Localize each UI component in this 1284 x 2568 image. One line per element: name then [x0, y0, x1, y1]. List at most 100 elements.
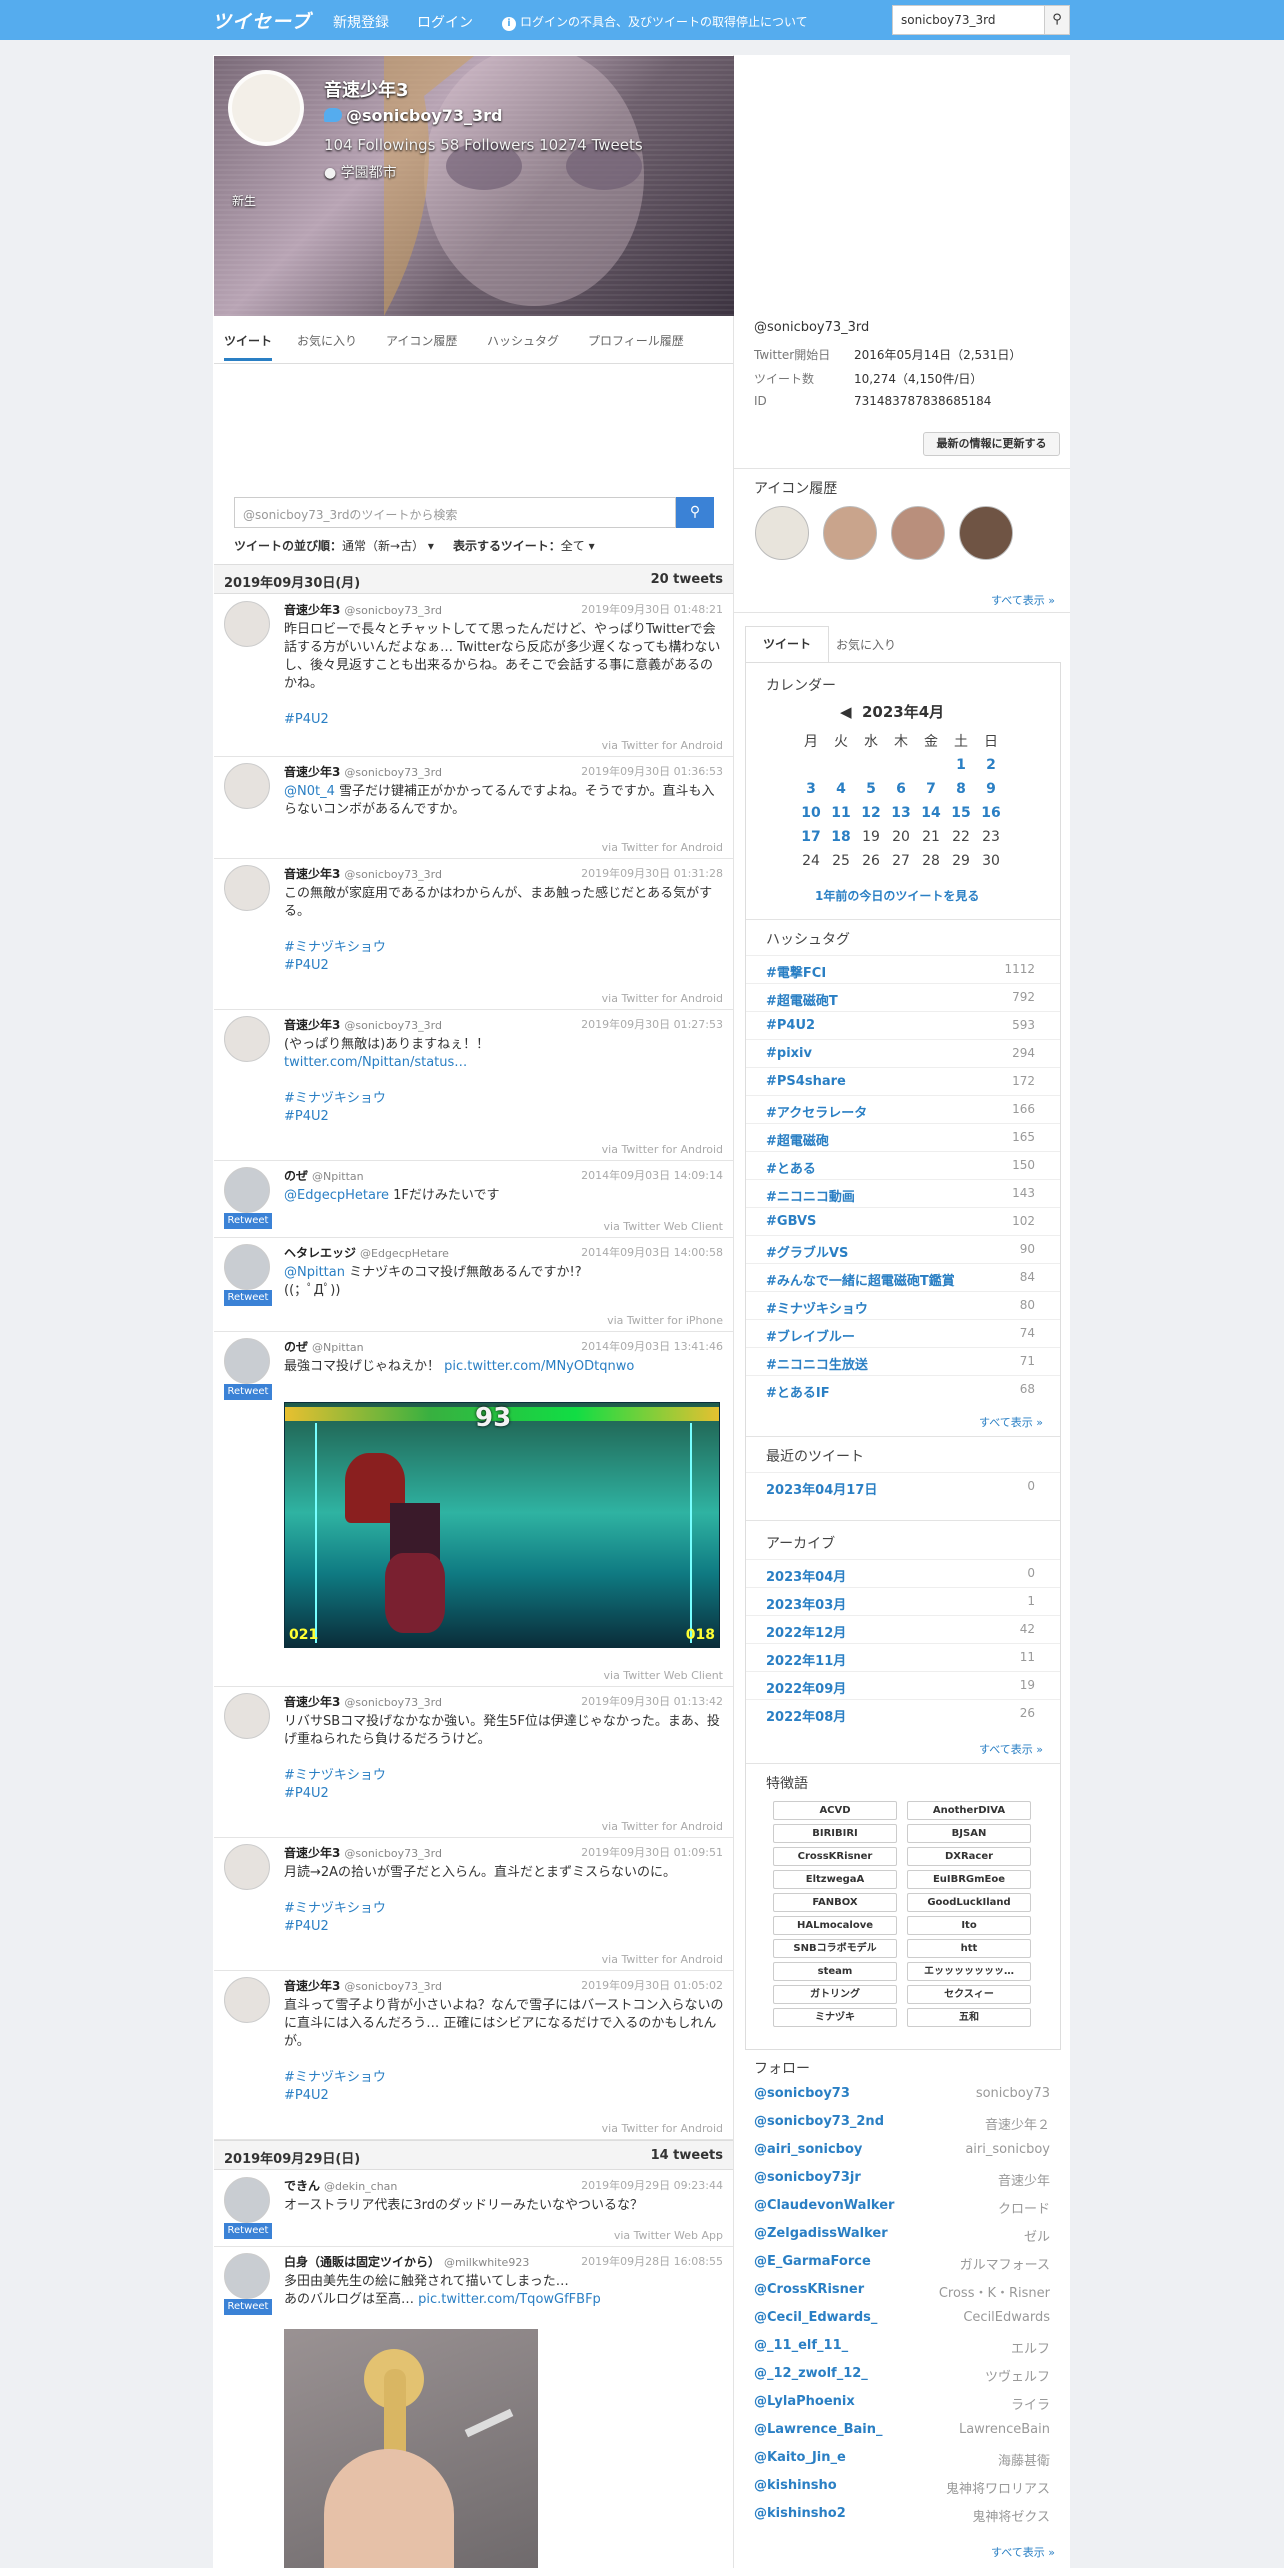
hashtag-link[interactable]: #P4U2 [284, 1786, 329, 1801]
avatar[interactable] [224, 1844, 270, 1890]
keyword-tag[interactable]: SNBコラボモデル [773, 1939, 897, 1958]
side-tab-favorites[interactable]: お気に入り [836, 636, 896, 653]
archive-row[interactable]: 2022年12月 42 [746, 1615, 1060, 1643]
calendar-day[interactable]: 15 [946, 801, 976, 825]
follow-row[interactable]: @airi_sonicboy airi_sonicboy [754, 2142, 1050, 2170]
tweet-author[interactable]: 音速少年3 @sonicboy73_3rd [284, 1693, 442, 1710]
keyword-tag[interactable]: ミナヅキ [773, 2008, 897, 2027]
follow-handle[interactable]: @LylaPhoenix [754, 2394, 855, 2409]
follow-row[interactable]: @kishinsho2 鬼神将ゼクス [754, 2506, 1050, 2534]
hashtag-row[interactable]: #とある 150 [746, 1151, 1060, 1179]
tweet-author[interactable]: 音速少年3 @sonicboy73_3rd [284, 865, 442, 882]
follow-row[interactable]: @kishinsho 鬼神将ワロリアス [754, 2478, 1050, 2506]
calendar-day[interactable]: 3 [796, 777, 826, 801]
tweet-time[interactable]: 2019年09月30日 01:31:28 [581, 865, 723, 881]
follow-handle[interactable]: @sonicboy73_2nd [754, 2114, 884, 2129]
sort-dropdown[interactable]: 通常（新→古） [342, 539, 424, 553]
tweet-time[interactable]: 2019年09月30日 01:13:42 [581, 1693, 723, 1709]
avatar[interactable] [224, 865, 270, 911]
hashtag-link[interactable]: #ミナヅキショウ [284, 940, 386, 955]
side-tab-tweets[interactable]: ツイート [745, 626, 829, 662]
year-ago-link[interactable]: 1年前の今日のツイートを見る [815, 887, 979, 904]
archive-row[interactable]: 2022年11月 11 [746, 1643, 1060, 1671]
hashtag-row[interactable]: #電撃FCI 1112 [746, 955, 1060, 983]
calendar-day[interactable]: 5 [856, 777, 886, 801]
keyword-tag[interactable]: FANBOX [773, 1893, 897, 1912]
login-link[interactable]: ログイン [417, 12, 473, 32]
keyword-tag[interactable]: ACVD [773, 1801, 897, 1820]
keyword-tag[interactable]: htt [907, 1939, 1031, 1958]
hashtag-row[interactable]: #ニコニコ動画 143 [746, 1179, 1060, 1207]
tab-tweets[interactable]: ツイート [224, 332, 273, 361]
hashtag-link[interactable]: #GBVS [766, 1214, 816, 1229]
follow-handle[interactable]: @CrossKRisner [754, 2282, 864, 2297]
tab-favorites[interactable]: お気に入り [297, 332, 357, 349]
tweet-author[interactable]: できん @dekin_chan [284, 2177, 397, 2194]
avatar[interactable] [224, 601, 270, 647]
hashtag-link[interactable]: #PS4share [766, 1074, 846, 1089]
keyword-tag[interactable]: 五和 [907, 2008, 1031, 2027]
archive-month[interactable]: 2022年11月 [766, 1654, 846, 1669]
follow-row[interactable]: @Cecil_Edwards_ CecilEdwards [754, 2310, 1050, 2338]
hashtag-link[interactable]: #とある [766, 1162, 816, 1177]
history-avatar[interactable] [823, 506, 877, 560]
follow-row[interactable]: @ZelgadissWalker ゼル [754, 2226, 1050, 2254]
archive-month[interactable]: 2023年03月 [766, 1598, 846, 1613]
pic-link[interactable]: pic.twitter.com/MNyODtqnwo [444, 1359, 634, 1374]
hashtag-row[interactable]: #超電磁砲T 792 [746, 983, 1060, 1011]
recent-row[interactable]: 2023年04月17日 0 [746, 1472, 1060, 1500]
hashtag-link[interactable]: #グラブルVS [766, 1246, 848, 1261]
tweet-time[interactable]: 2014年09月03日 14:00:58 [581, 1244, 723, 1260]
hashtag-row[interactable]: #PS4share 172 [746, 1067, 1060, 1095]
update-button[interactable]: 最新の情報に更新する [923, 432, 1060, 456]
tweet-author[interactable]: 音速少年3 @sonicboy73_3rd [284, 1844, 442, 1861]
follow-row[interactable]: @_11_elf_11_ エルフ [754, 2338, 1050, 2366]
follow-handle[interactable]: @kishinsho [754, 2478, 837, 2493]
day-date[interactable]: 2019年09月29日(日) [224, 2152, 360, 2167]
hashtag-link[interactable]: #電撃FCI [766, 966, 826, 981]
tweet-time[interactable]: 2014年09月03日 14:09:14 [581, 1167, 723, 1183]
pic-link[interactable]: pic.twitter.com/TqowGfFBFp [418, 2292, 601, 2307]
history-avatar[interactable] [891, 506, 945, 560]
tweet-image[interactable] [284, 2329, 538, 2568]
keyword-tag[interactable]: CrossKRisner [773, 1847, 897, 1866]
archive-row[interactable]: 2023年04月 0 [746, 1559, 1060, 1587]
site-logo[interactable]: ツイセーブ [212, 7, 311, 34]
keyword-tag[interactable]: steam [773, 1962, 897, 1981]
tweet-time[interactable]: 2014年09月03日 13:41:46 [581, 1338, 723, 1354]
follow-handle[interactable]: @ClaudevonWalker [754, 2198, 894, 2213]
keyword-tag[interactable]: エッッッッッッッ… [907, 1962, 1031, 1981]
hashtag-link[interactable]: #みんなで一緒に超電磁砲T鑑賞 [766, 1274, 955, 1289]
hashtag-row[interactable]: #とあるIF 68 [746, 1375, 1060, 1403]
calendar-day[interactable]: 6 [886, 777, 916, 801]
calendar-day[interactable]: 16 [976, 801, 1006, 825]
tweet-time[interactable]: 2019年09月28日 16:08:55 [581, 2253, 723, 2269]
hashtags-more[interactable]: すべて表示 » [979, 1414, 1043, 1430]
follow-handle[interactable]: @_11_elf_11_ [754, 2338, 848, 2353]
keyword-tag[interactable]: BJSAN [907, 1824, 1031, 1843]
hashtag-link[interactable]: #P4U2 [284, 1919, 329, 1934]
keyword-tag[interactable]: Ito [907, 1916, 1031, 1935]
keyword-tag[interactable]: EuIBRGmEoe [907, 1870, 1031, 1889]
tweet-time[interactable]: 2019年09月29日 09:23:44 [581, 2177, 723, 2193]
follow-row[interactable]: @ClaudevonWalker クロード [754, 2198, 1050, 2226]
hashtag-link[interactable]: #P4U2 [284, 1109, 329, 1124]
tweet-search-button[interactable]: ⚲ [676, 497, 714, 528]
show-dropdown[interactable]: 全て [561, 539, 585, 553]
icon-history-more[interactable]: すべて表示 » [991, 592, 1055, 608]
keyword-tag[interactable]: DXRacer [907, 1847, 1031, 1866]
tweet-author[interactable]: 音速少年3 @sonicboy73_3rd [284, 763, 442, 780]
hashtag-link[interactable]: #ミナヅキショウ [284, 1091, 386, 1106]
avatar[interactable] [224, 1016, 270, 1062]
avatar[interactable] [224, 2177, 270, 2223]
keyword-tag[interactable]: GoodLuckIland [907, 1893, 1031, 1912]
profile-avatar[interactable] [228, 70, 304, 146]
mention-link[interactable]: @Npittan [284, 1265, 345, 1280]
hashtag-link[interactable]: #ミナヅキショウ [284, 1901, 386, 1916]
hashtag-link[interactable]: #ブレイブルー [766, 1330, 855, 1345]
hashtag-link[interactable]: #ニコニコ動画 [766, 1190, 855, 1205]
tab-hashtags[interactable]: ハッシュタグ [487, 332, 559, 349]
follow-row[interactable]: @_12_zwolf_12_ ツヴェルフ [754, 2366, 1050, 2394]
history-avatar[interactable] [755, 506, 809, 560]
hashtag-link[interactable]: #pixiv [766, 1046, 812, 1061]
